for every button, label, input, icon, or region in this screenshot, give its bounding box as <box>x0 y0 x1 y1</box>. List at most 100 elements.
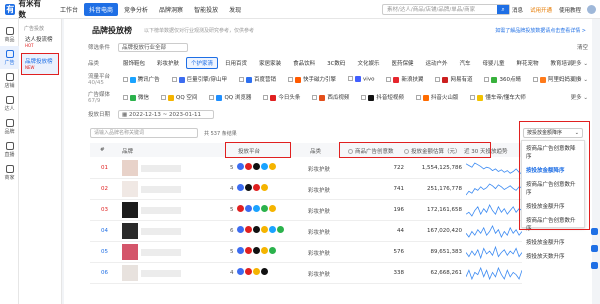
media-chip[interactable]: 抖音火山版 <box>411 91 464 103</box>
category-chip[interactable]: 医药保健 <box>386 57 418 69</box>
platform-icon <box>237 163 244 170</box>
category-chip[interactable]: 运动户外 <box>420 57 452 69</box>
category-chip[interactable]: 汽车 <box>454 57 475 69</box>
sidebar-item[interactable]: 达人 <box>0 92 19 115</box>
platform-icon <box>245 268 252 275</box>
media-chip[interactable]: 今日头条 <box>258 91 305 103</box>
platform-icon <box>237 268 244 275</box>
platform-more-button[interactable]: 更多 ⌄ <box>571 75 588 83</box>
media-chip-logo-icon <box>368 94 375 101</box>
table-row[interactable]: 04 6 彩妆护肤 44 167,020,420 <box>90 221 522 242</box>
top-nav-item[interactable]: 品牌洞察 <box>154 3 188 16</box>
category-chip[interactable]: 母婴儿童 <box>478 57 510 69</box>
filter-condition-tag[interactable]: 品牌投放行业全部 <box>118 42 188 52</box>
more-label: 更多 <box>570 95 582 101</box>
platform-icon <box>237 184 244 191</box>
collect-icon[interactable] <box>591 245 598 252</box>
service-icon[interactable] <box>591 262 598 269</box>
platform-chip[interactable]: 360点睛 <box>479 73 526 85</box>
amount: 1,554,125,786 <box>421 165 462 171</box>
category-chip[interactable]: 家居家装 <box>254 57 286 69</box>
media-more-button[interactable]: 更多 ⌄ <box>571 93 588 101</box>
table-row[interactable]: 05 5 彩妆护肤 576 89,651,383 <box>90 242 522 263</box>
table-row[interactable]: 06 4 彩妆护肤 338 62,668,261 <box>90 263 522 284</box>
share-icon[interactable] <box>591 228 598 235</box>
media-chip-label: 抖音火山版 <box>430 95 459 101</box>
sidebar-item[interactable]: 品牌 <box>0 115 19 138</box>
media-chip-logo-icon <box>168 94 175 101</box>
media-chip[interactable]: 微信 <box>118 91 154 103</box>
sidebar-item[interactable]: 直播 <box>0 138 19 161</box>
category-chip[interactable]: 服饰鞋包 <box>118 57 150 69</box>
sidebar-item[interactable]: 店铺 <box>0 69 19 92</box>
brand-name[interactable] <box>141 186 181 193</box>
sidebar-item-label: 商品 <box>4 36 15 43</box>
table-row[interactable]: 03 5 彩妆护肤 196 172,161,658 <box>90 200 522 221</box>
message-link[interactable]: 消息 <box>512 6 523 14</box>
brand-logo[interactable] <box>122 181 138 197</box>
logo[interactable]: 有 有米有数 <box>5 0 47 20</box>
sidebar-item[interactable]: 商品 <box>0 23 19 46</box>
sub-nav-item-talent[interactable]: 达人投流榜HOT <box>19 32 61 51</box>
platform-chip[interactable]: 快手磁力引擎 <box>283 73 341 85</box>
category-chip[interactable]: 个护家清 <box>186 57 219 69</box>
brand-name[interactable] <box>141 249 181 256</box>
checkbox-icon <box>435 77 441 82</box>
sidebar-item[interactable]: 广告 <box>0 46 19 69</box>
top-nav-item[interactable]: 竞争分析 <box>119 3 153 16</box>
top-nav-item[interactable]: 抖音电商 <box>84 2 119 16</box>
sort-option[interactable]: 按投放天数升序 <box>522 249 584 263</box>
media-chip[interactable]: 西瓜视频 <box>307 91 354 103</box>
tutorial-link[interactable]: 使用教程 <box>559 6 581 14</box>
top-nav-item[interactable]: 发现 <box>224 3 246 16</box>
category-chip[interactable]: 食品饮料 <box>288 57 320 69</box>
table-row[interactable]: 02 4 彩妆护肤 741 251,176,778 <box>90 179 522 200</box>
sort-option[interactable]: 按投放金额升序 <box>522 235 584 249</box>
global-search-input[interactable]: 素材/达人/商品/店铺/品牌/单品/商家 ⌕ <box>382 4 510 15</box>
brand-name[interactable] <box>141 207 181 214</box>
avatar[interactable] <box>587 5 596 14</box>
brand-logo[interactable] <box>122 202 138 218</box>
table-row[interactable]: 01 5 彩妆护肤 722 1,554,125,786 <box>90 158 522 179</box>
category-chip[interactable]: 文化娱乐 <box>352 57 384 69</box>
media-chip[interactable]: QQ 空间 <box>156 91 202 103</box>
media-chip[interactable]: 抖音短视频 <box>356 91 409 103</box>
platform-chip[interactable]: 百度营销 <box>234 73 281 85</box>
media-chip[interactable]: QQ 浏览器 <box>204 91 256 103</box>
brand-search-input[interactable]: 请输入品牌名称关键词 <box>90 128 198 138</box>
platform-icons <box>237 205 277 212</box>
platform-chip-logo-icon <box>442 76 449 83</box>
platform-icon <box>245 205 252 212</box>
media-chip[interactable]: 懂车帝/懂车大师 <box>465 91 530 103</box>
checkbox-icon <box>470 95 476 100</box>
global-search-placeholder: 素材/达人/商品/店铺/品牌/单品/商家 <box>387 7 476 13</box>
category-chip[interactable]: 鲜花宠物 <box>512 57 544 69</box>
sidebar-item[interactable]: 商家 <box>0 161 19 184</box>
date-range-picker[interactable]: ▦ 2022-12-13 ~ 2023-01-11 <box>118 109 214 119</box>
trial-link[interactable]: 试用开通 <box>530 6 552 14</box>
detail-link[interactable]: 如需了解品牌投放数据请点击查看详情 > <box>495 27 586 34</box>
platform-chip[interactable]: vivo <box>343 74 379 85</box>
category-chip[interactable]: 彩妆护肤 <box>152 57 184 69</box>
category-chip[interactable]: 3C数码 <box>322 57 350 69</box>
brand-name[interactable] <box>141 270 181 277</box>
platform-chip[interactable]: 新浪扶翼 <box>381 73 428 85</box>
category-chip[interactable]: 日用百货 <box>220 57 252 69</box>
top-nav-item[interactable]: 工作台 <box>55 3 83 16</box>
top-nav-item[interactable]: 智能投放 <box>189 3 223 16</box>
platform-chip[interactable]: 腾讯广告 <box>118 73 165 85</box>
brand-name[interactable] <box>141 228 181 235</box>
brand-logo[interactable] <box>122 223 138 239</box>
clear-button[interactable]: 清空 <box>577 43 588 51</box>
sidebar-item-label: 店铺 <box>4 82 15 89</box>
platform-chip[interactable]: 网易有道 <box>430 73 477 85</box>
brand-name[interactable] <box>141 165 181 172</box>
sub-nav-item-brand[interactable]: 品牌投放榜NEW <box>21 53 59 75</box>
platform-count: 5 <box>230 165 234 171</box>
brand-logo[interactable] <box>122 160 138 176</box>
platform-icons <box>237 184 269 191</box>
brand-logo[interactable] <box>122 244 138 260</box>
platform-chip[interactable]: 巨量引擎/穿山甲 <box>167 73 232 85</box>
category-more-button[interactable]: 更多 ⌄ <box>571 59 588 67</box>
brand-logo[interactable] <box>122 265 138 281</box>
